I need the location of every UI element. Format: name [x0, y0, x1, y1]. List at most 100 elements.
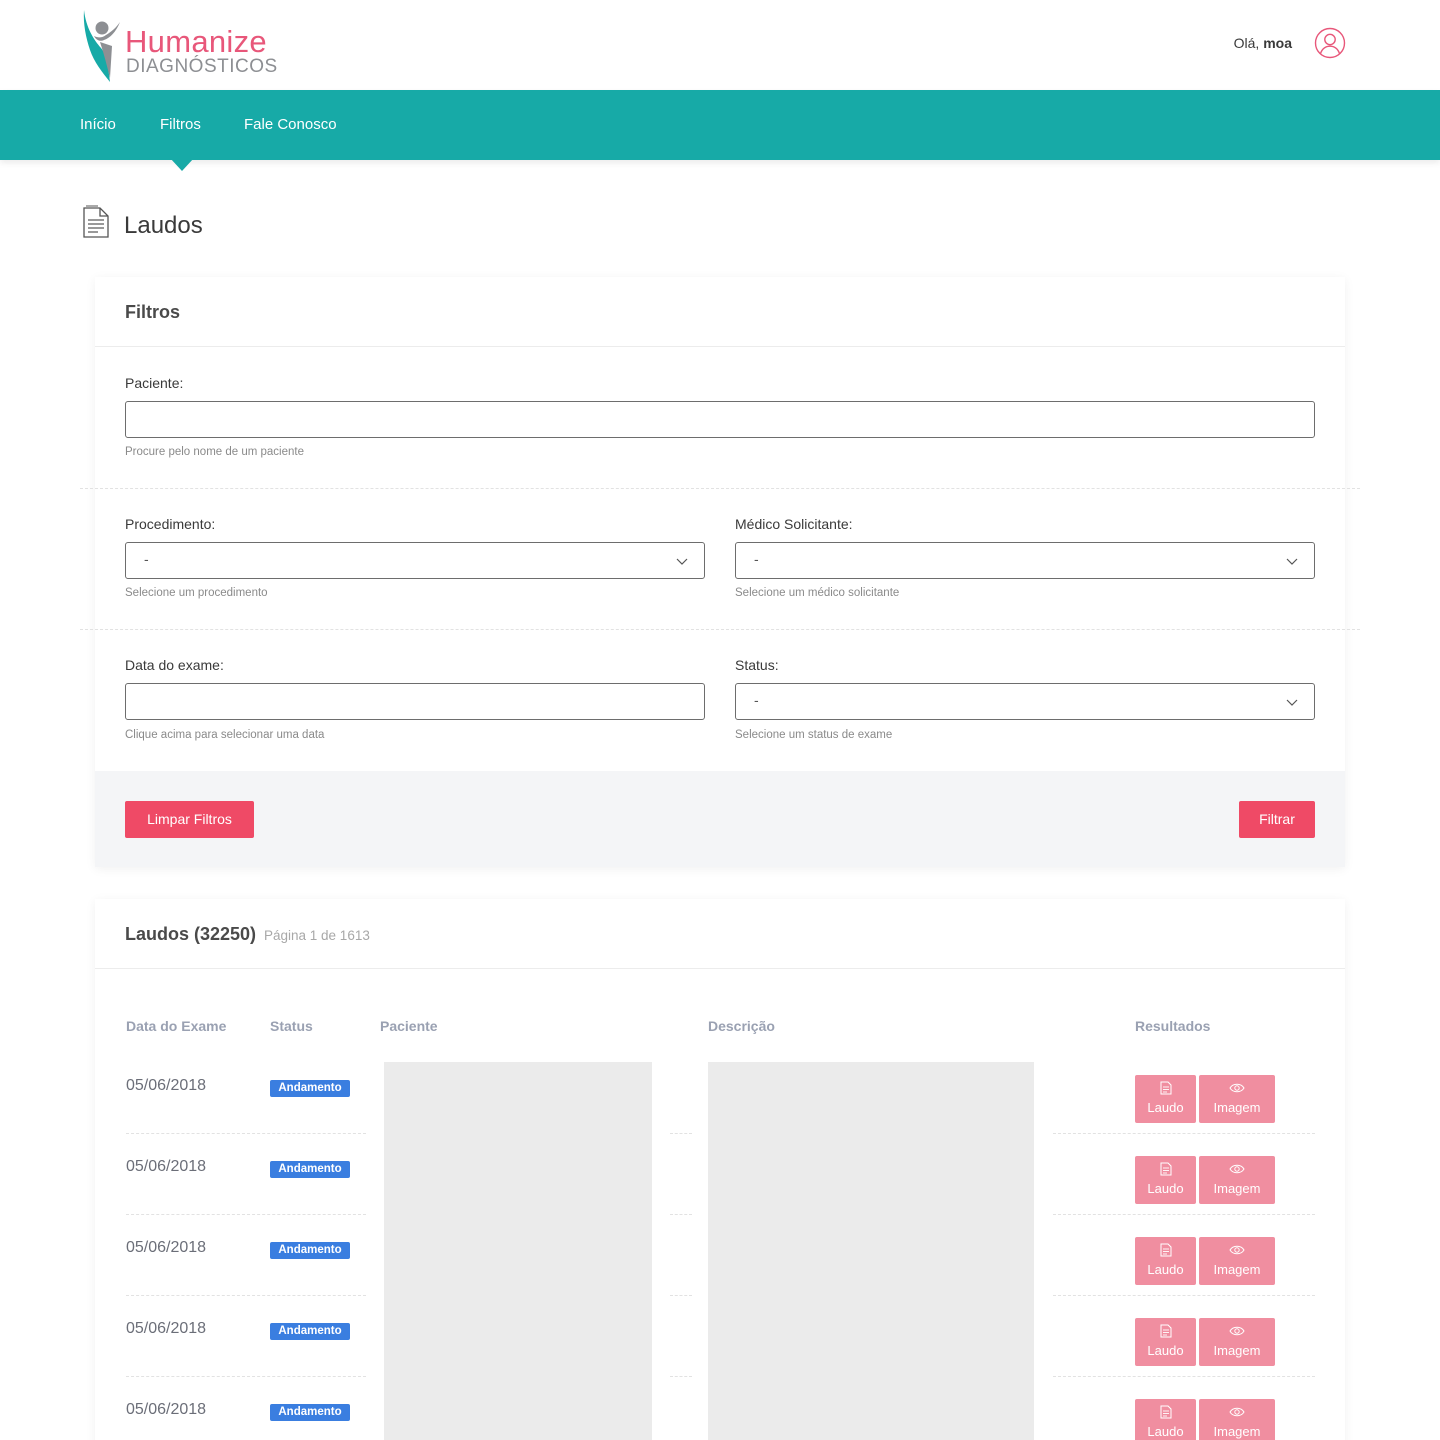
laudo-button[interactable]: Laudo: [1135, 1399, 1196, 1440]
medico-select-value: -: [754, 551, 759, 567]
paciente-input[interactable]: [125, 401, 1315, 438]
laudo-button[interactable]: Laudo: [1135, 1318, 1196, 1366]
row-divider: [126, 1133, 366, 1134]
results-page-info: Página 1 de 1613: [264, 928, 370, 943]
laudo-button-label: Laudo: [1147, 1262, 1184, 1277]
status-badge: Andamento: [270, 1242, 350, 1259]
imagem-button[interactable]: Imagem: [1199, 1399, 1275, 1440]
imagem-button[interactable]: Imagem: [1199, 1237, 1275, 1285]
document-icon: [1160, 1243, 1172, 1257]
medico-label: Médico Solicitante:: [735, 516, 853, 532]
imagem-button-label: Imagem: [1213, 1262, 1261, 1277]
imagem-button[interactable]: Imagem: [1199, 1156, 1275, 1204]
logo-text-sub: DIAGNÓSTICOS: [126, 56, 278, 77]
row-exam-date: 05/06/2018: [126, 1320, 207, 1337]
status-label: Status:: [735, 657, 779, 673]
main-nav: Início Filtros Fale Conosco: [0, 90, 1440, 160]
imagem-button[interactable]: Imagem: [1199, 1075, 1275, 1123]
status-badge: Andamento: [270, 1323, 350, 1340]
eye-icon: [1229, 1245, 1245, 1255]
chevron-down-icon: [1286, 699, 1298, 706]
status-select[interactable]: -: [735, 683, 1315, 720]
chevron-down-icon: [1286, 558, 1298, 565]
user-greeting: Olá, moa: [1234, 35, 1292, 51]
row-divider: [670, 1214, 692, 1215]
data-exame-hint: Clique acima para selecionar uma data: [125, 729, 325, 741]
paciente-column-placeholder: [384, 1062, 652, 1440]
row-divider: [670, 1376, 692, 1377]
results-card-header: Laudos (32250) Página 1 de 1613: [95, 899, 1345, 969]
filters-card-footer: Limpar Filtros Filtrar: [95, 771, 1345, 867]
document-icon: [83, 205, 109, 238]
laudo-button[interactable]: Laudo: [1135, 1075, 1196, 1123]
descricao-column-placeholder: [708, 1062, 1034, 1440]
logo[interactable]: Humanize DIAGNÓSTICOS: [80, 6, 290, 84]
row-divider: [1053, 1133, 1315, 1134]
data-exame-input[interactable]: [125, 683, 705, 720]
nav-active-indicator: [170, 158, 194, 171]
eye-icon: [1229, 1407, 1245, 1417]
document-icon: [1160, 1162, 1172, 1176]
column-header-data-exame: Data do Exame: [126, 1018, 227, 1034]
laudo-button-label: Laudo: [1147, 1424, 1184, 1439]
procedimento-label: Procedimento:: [125, 516, 216, 532]
filter-button[interactable]: Filtrar: [1239, 801, 1315, 838]
laudo-button-label: Laudo: [1147, 1343, 1184, 1358]
status-select-value: -: [754, 692, 759, 708]
filters-title: Filtros: [125, 302, 181, 322]
imagem-button-label: Imagem: [1213, 1343, 1261, 1358]
imagem-button-label: Imagem: [1213, 1181, 1261, 1196]
imagem-button-label: Imagem: [1213, 1424, 1261, 1439]
column-header-resultados: Resultados: [1135, 1018, 1211, 1034]
nav-item-inicio[interactable]: Início: [80, 116, 116, 133]
row-exam-date: 05/06/2018: [126, 1158, 207, 1175]
column-header-status: Status: [270, 1018, 313, 1034]
status-badge: Andamento: [270, 1161, 350, 1178]
data-exame-label: Data do exame:: [125, 657, 224, 673]
row-divider: [670, 1133, 692, 1134]
procedimento-hint: Selecione um procedimento: [125, 587, 268, 599]
filters-card: Filtros Paciente: Procure pelo nome de u…: [95, 277, 1345, 867]
laudo-button[interactable]: Laudo: [1135, 1156, 1196, 1204]
row-divider: [126, 1214, 366, 1215]
results-title: Laudos (32250): [125, 924, 257, 944]
status-badge: Andamento: [270, 1404, 350, 1421]
clear-filters-button[interactable]: Limpar Filtros: [125, 801, 254, 838]
page-title: Laudos: [124, 212, 203, 239]
procedimento-select[interactable]: -: [125, 542, 705, 579]
row-divider: [670, 1295, 692, 1296]
imagem-button-label: Imagem: [1213, 1100, 1261, 1115]
chevron-down-icon: [676, 558, 688, 565]
document-icon: [1160, 1081, 1172, 1095]
medico-select[interactable]: -: [735, 542, 1315, 579]
row-exam-date: 05/06/2018: [126, 1239, 207, 1256]
user-profile-icon[interactable]: [1314, 27, 1346, 59]
eye-icon: [1229, 1083, 1245, 1093]
greeting-prefix: Olá,: [1233, 35, 1260, 51]
row-divider: [126, 1295, 366, 1296]
paciente-hint: Procure pelo nome de um paciente: [125, 446, 304, 458]
logo-text-main: Humanize: [125, 24, 267, 59]
column-header-paciente: Paciente: [380, 1018, 438, 1034]
laudo-button-label: Laudo: [1147, 1181, 1184, 1196]
nav-item-filtros[interactable]: Filtros: [160, 116, 201, 133]
row-exam-date: 05/06/2018: [126, 1401, 207, 1418]
row-divider: [1053, 1376, 1315, 1377]
eye-icon: [1229, 1164, 1245, 1174]
eye-icon: [1229, 1326, 1245, 1336]
document-icon: [1160, 1405, 1172, 1419]
document-icon: [1160, 1324, 1172, 1338]
row-divider: [1053, 1214, 1315, 1215]
row-exam-date: 05/06/2018: [126, 1077, 207, 1094]
row-divider: [126, 1376, 366, 1377]
imagem-button[interactable]: Imagem: [1199, 1318, 1275, 1366]
status-badge: Andamento: [270, 1080, 350, 1097]
laudo-button[interactable]: Laudo: [1135, 1237, 1196, 1285]
laudo-button-label: Laudo: [1147, 1100, 1184, 1115]
medico-hint: Selecione um médico solicitante: [735, 587, 900, 599]
column-header-descricao: Descrição: [708, 1018, 775, 1034]
header: Humanize DIAGNÓSTICOS Olá, moa: [0, 0, 1440, 90]
nav-item-fale-conosco[interactable]: Fale Conosco: [244, 116, 337, 133]
filter-row-divider: [80, 488, 1360, 489]
paciente-label: Paciente:: [125, 375, 184, 391]
